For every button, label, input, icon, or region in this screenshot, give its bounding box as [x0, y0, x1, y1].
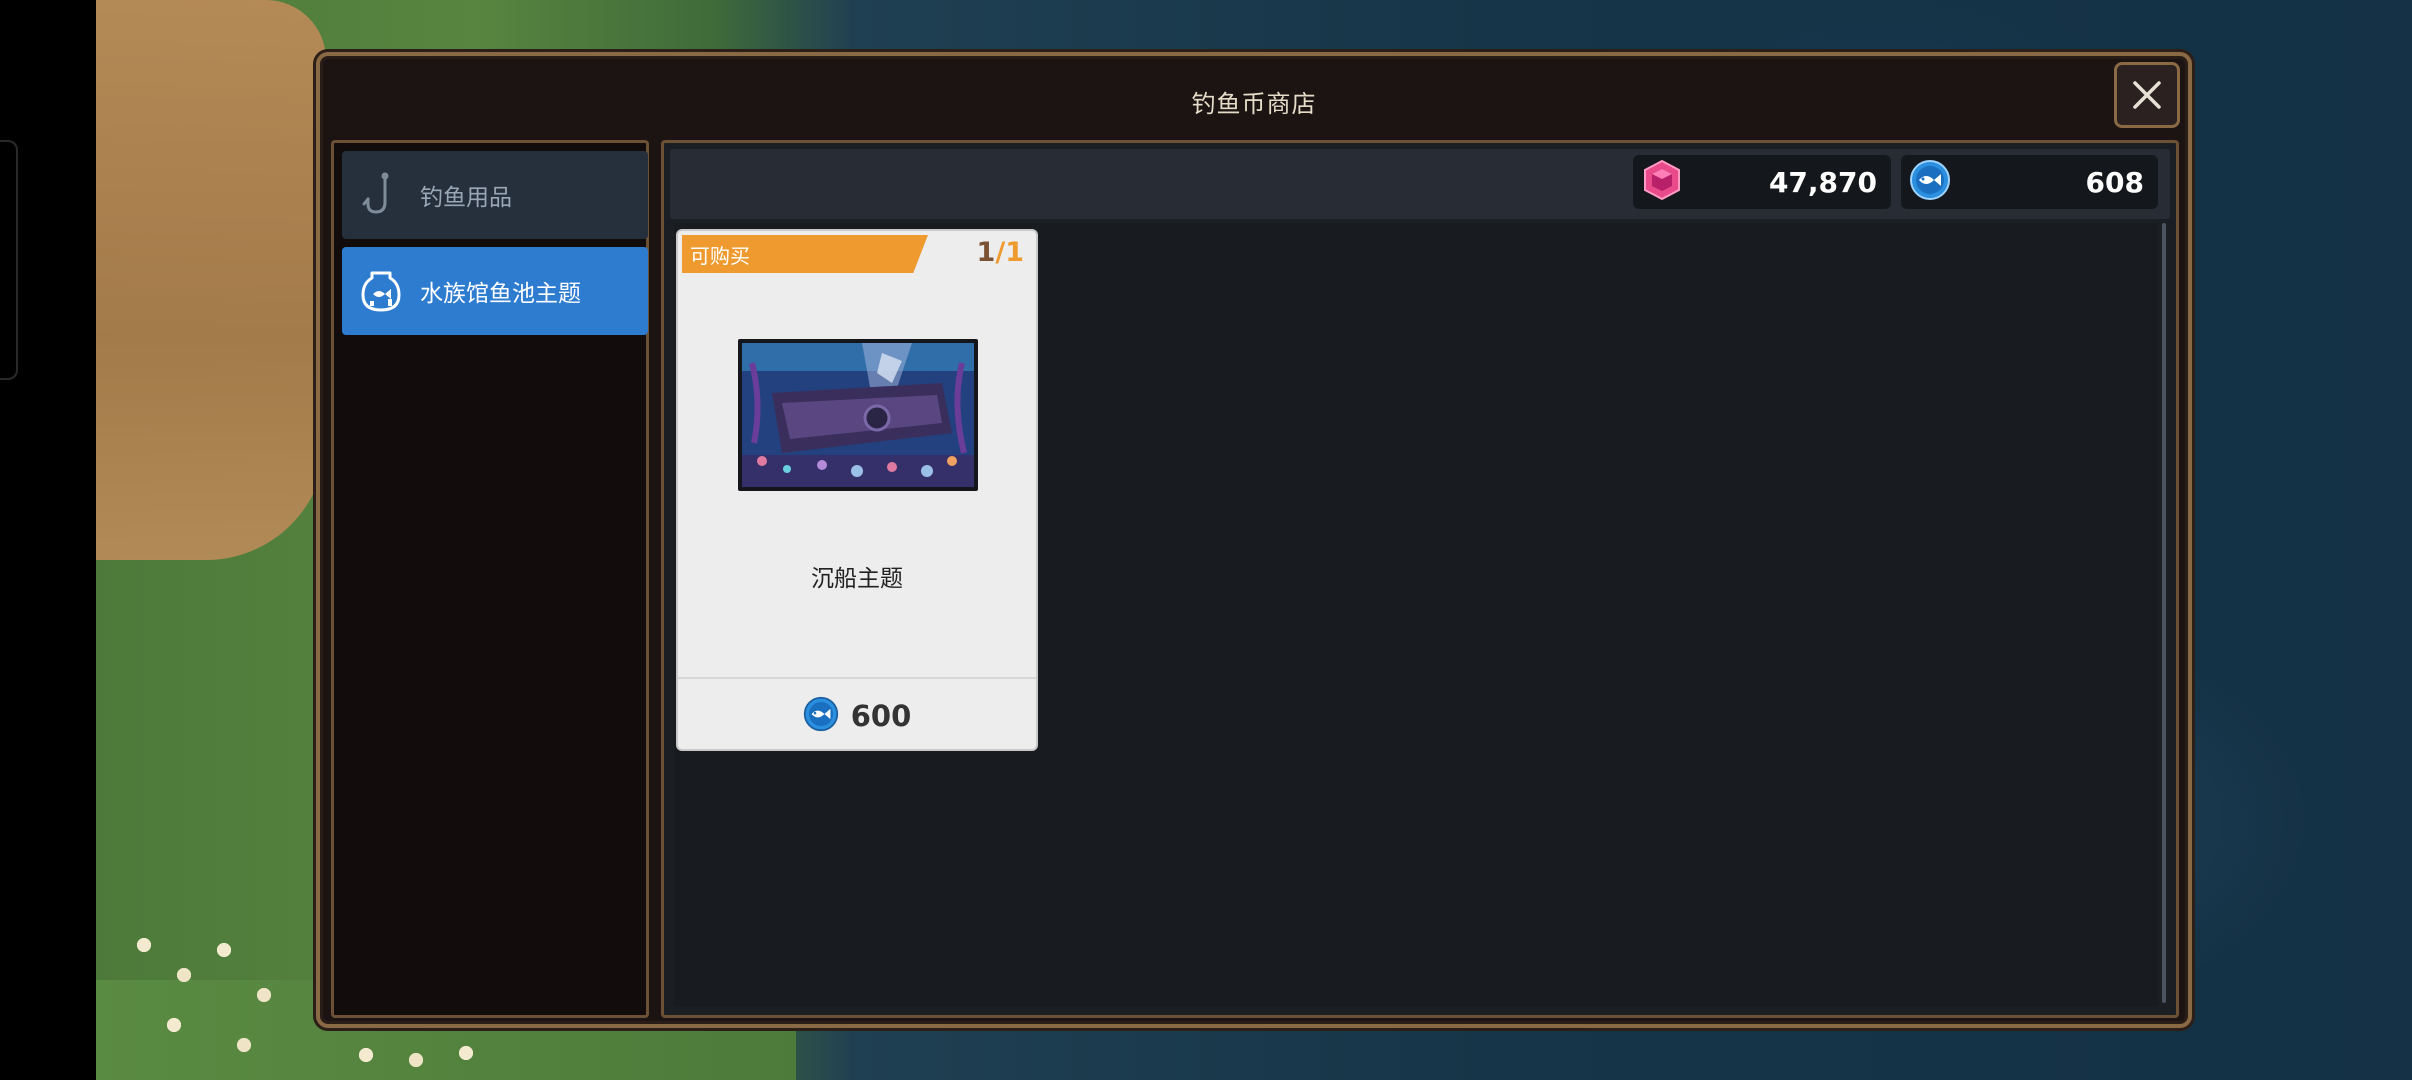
scrollbar[interactable] [2162, 223, 2166, 1003]
fish-coin-balance: 608 [1901, 155, 2158, 209]
shop-content-panel: 47,870 608 可购买 1/1 沉船主题 600 [661, 140, 2179, 1018]
shop-item-card[interactable]: 可购买 1/1 沉船主题 600 [676, 229, 1038, 751]
stock-max: 1 [1005, 237, 1024, 268]
fish-coin-icon [803, 696, 839, 736]
close-icon [2133, 81, 2161, 109]
purchasable-tag: 可购买 [682, 235, 928, 273]
stock-current: 1 [976, 237, 996, 268]
dirt-path [96, 0, 326, 560]
sidebar-item-aquarium-theme[interactable]: 水族馆鱼池主题 [342, 247, 648, 335]
sidebar-item-label: 水族馆鱼池主题 [420, 281, 581, 307]
fish-coin-balance-value: 608 [2085, 165, 2144, 199]
currency-bar: 47,870 608 [670, 149, 2170, 219]
shipwreck-theme-image [738, 339, 978, 491]
price-button[interactable]: 600 [678, 687, 1036, 745]
sidebar-item-fishing-gear[interactable]: 钓鱼用品 [342, 151, 648, 239]
item-name: 沉船主题 [811, 566, 903, 592]
card-divider [678, 677, 1036, 679]
fish-coin-icon [1909, 159, 1951, 205]
fish-coin-shop-modal: 钓鱼币商店 钓鱼用品 水族馆鱼池主题 47,870 608 可购买 1/1 沉船… [316, 52, 2192, 1028]
gem-balance: 47,870 [1633, 155, 1891, 209]
stock-separator: / [995, 237, 1006, 268]
side-drawer-handle[interactable] [0, 140, 18, 380]
category-sidebar: 钓鱼用品 水族馆鱼池主题 [331, 140, 649, 1018]
close-button[interactable] [2114, 62, 2180, 128]
fishing-hook-icon [358, 172, 404, 218]
price-value: 600 [850, 699, 912, 733]
gem-balance-value: 47,870 [1768, 165, 1877, 199]
gem-icon [1641, 159, 1683, 205]
stock-count: 1/1 [977, 237, 1024, 268]
fishbowl-icon [358, 268, 404, 314]
flower-patch [114, 925, 334, 1075]
sidebar-item-label: 钓鱼用品 [420, 185, 512, 211]
flower-patch [336, 1035, 556, 1080]
modal-title: 钓鱼币商店 [1191, 90, 1317, 118]
